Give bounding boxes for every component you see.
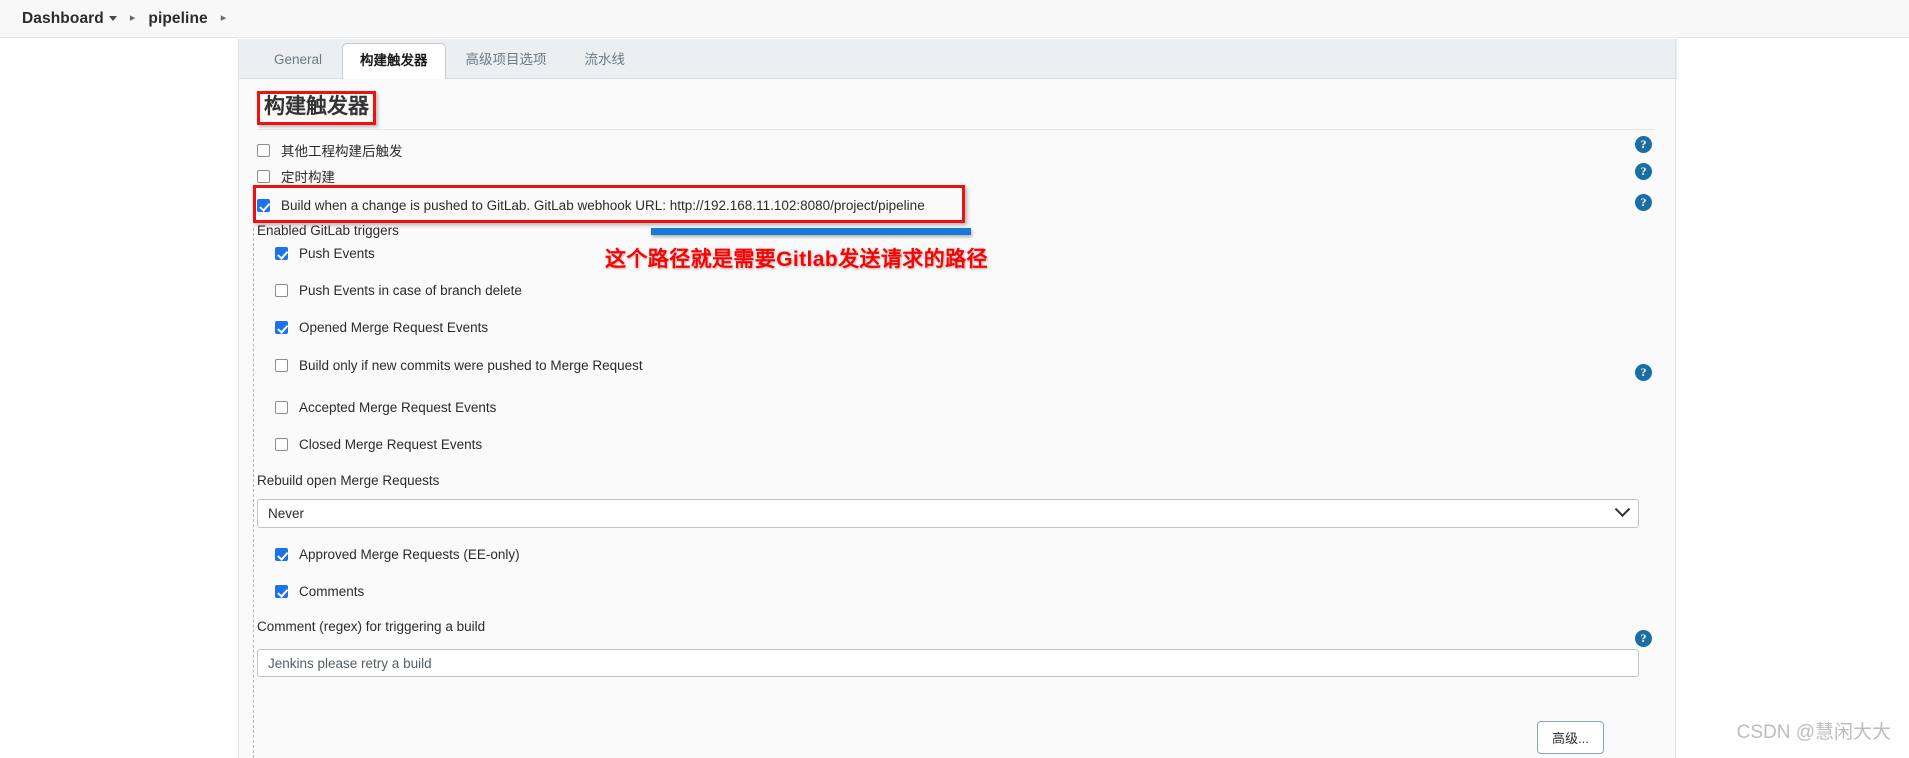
- help-icon-scheduled-build[interactable]: ?: [1635, 163, 1652, 180]
- gitlab-event-row-approved-mr[interactable]: Approved Merge Requests (EE-only): [275, 547, 520, 562]
- tab-advanced-project-options[interactable]: 高级项目选项: [448, 42, 565, 78]
- advanced-button[interactable]: 高级...: [1537, 721, 1604, 754]
- gitlab-event-label-build-only-new-commits: Build only if new commits were pushed to…: [299, 358, 643, 373]
- breadcrumb-dashboard-label: Dashboard: [22, 9, 104, 27]
- breadcrumb: Dashboard ▸ pipeline ▸: [0, 0, 1909, 38]
- breadcrumb-separator-2: ▸: [220, 12, 227, 24]
- page-title: 构建触发器: [257, 91, 376, 126]
- checkbox-approved-merge-requests[interactable]: [275, 548, 288, 561]
- help-icon-build-only-new-commits[interactable]: ?: [1635, 364, 1652, 381]
- app-screen: Dashboard ▸ pipeline ▸ General 构建触发器 高级项…: [0, 0, 1909, 758]
- checkbox-push-events-branch-delete[interactable]: [275, 284, 288, 297]
- trigger-label-scheduled-build: 定时构建: [281, 170, 335, 185]
- gitlab-event-row-push-branch-delete[interactable]: Push Events in case of branch delete: [275, 283, 522, 298]
- gitlab-event-label-accepted-mr: Accepted Merge Request Events: [299, 400, 497, 415]
- tab-pipeline[interactable]: 流水线: [567, 42, 644, 78]
- tab-general[interactable]: General: [256, 42, 340, 78]
- gitlab-event-label-comments: Comments: [299, 584, 365, 599]
- gitlab-event-row-comments[interactable]: Comments: [275, 584, 364, 599]
- trigger-row-scheduled-build[interactable]: 定时构建: [257, 166, 335, 186]
- comment-regex-input[interactable]: Jenkins please retry a build: [257, 649, 1639, 677]
- panel-right-divider: [1675, 39, 1676, 758]
- checkbox-other-projects[interactable]: [257, 143, 270, 157]
- breadcrumb-item-dashboard[interactable]: Dashboard: [22, 10, 117, 28]
- nested-group-guide: [253, 228, 254, 758]
- comment-regex-label: Comment (regex) for triggering a build: [257, 619, 486, 634]
- trigger-label-gitlab-webhook: Build when a change is pushed to GitLab.…: [281, 198, 925, 213]
- section-heading: 构建触发器: [257, 91, 1657, 126]
- help-icon-gitlab-webhook[interactable]: ?: [1635, 194, 1652, 211]
- rebuild-open-mr-value: Never: [268, 506, 305, 521]
- rebuild-open-mr-label: Rebuild open Merge Requests: [257, 473, 440, 488]
- trigger-row-other-projects[interactable]: 其他工程构建后触发: [257, 140, 403, 160]
- gitlab-event-row-accepted-mr[interactable]: Accepted Merge Request Events: [275, 400, 496, 415]
- breadcrumb-item-pipeline[interactable]: pipeline: [148, 10, 207, 28]
- gitlab-event-row-push-events[interactable]: Push Events: [275, 246, 375, 261]
- trigger-row-gitlab-webhook[interactable]: Build when a change is pushed to GitLab.…: [257, 198, 925, 213]
- gitlab-event-label-opened-mr: Opened Merge Request Events: [299, 320, 489, 335]
- checkbox-scheduled-build[interactable]: [257, 169, 270, 183]
- gitlab-event-label-closed-mr: Closed Merge Request Events: [299, 437, 483, 452]
- trigger-label-other-projects: 其他工程构建后触发: [281, 144, 403, 159]
- rebuild-open-mr-select[interactable]: Never: [257, 499, 1639, 528]
- gitlab-event-label-push-events: Push Events: [299, 246, 375, 261]
- enabled-gitlab-triggers-label: Enabled GitLab triggers: [257, 223, 399, 238]
- gitlab-event-label-push-branch-delete: Push Events in case of branch delete: [299, 283, 522, 298]
- gitlab-event-row-build-only-new-commits[interactable]: Build only if new commits were pushed to…: [275, 358, 643, 373]
- gitlab-event-row-opened-mr[interactable]: Opened Merge Request Events: [275, 320, 488, 335]
- config-tabs: General 构建触发器 高级项目选项 流水线: [239, 39, 1677, 79]
- checkbox-gitlab-webhook[interactable]: [257, 199, 270, 212]
- watermark: CSDN @慧闲大大: [1736, 722, 1891, 743]
- checkbox-accepted-merge-request-events[interactable]: [275, 401, 288, 414]
- chevron-down-icon[interactable]: [108, 15, 117, 21]
- chevron-down-icon[interactable]: [1614, 501, 1631, 518]
- help-icon-comment-regex[interactable]: ?: [1635, 630, 1652, 647]
- checkbox-build-only-new-commits[interactable]: [275, 359, 288, 372]
- checkbox-opened-merge-request-events[interactable]: [275, 321, 288, 334]
- annotation-underline: [651, 228, 971, 235]
- tab-build-triggers[interactable]: 构建触发器: [342, 43, 446, 79]
- gitlab-event-row-closed-mr[interactable]: Closed Merge Request Events: [275, 437, 482, 452]
- content-panel: General 构建触发器 高级项目选项 流水线 构建触发器 其他工程构建后触发…: [238, 39, 1677, 758]
- annotation-text: 这个路径就是需要Gitlab发送请求的路径: [605, 248, 988, 271]
- gitlab-event-label-approved-mr: Approved Merge Requests (EE-only): [299, 547, 520, 562]
- help-icon-other-projects[interactable]: ?: [1635, 136, 1652, 153]
- checkbox-comments[interactable]: [275, 585, 288, 598]
- checkbox-closed-merge-request-events[interactable]: [275, 438, 288, 451]
- checkbox-push-events[interactable]: [275, 247, 288, 260]
- comment-regex-value: Jenkins please retry a build: [268, 655, 432, 671]
- breadcrumb-separator-1: ▸: [129, 12, 136, 24]
- section-divider: [257, 129, 1655, 130]
